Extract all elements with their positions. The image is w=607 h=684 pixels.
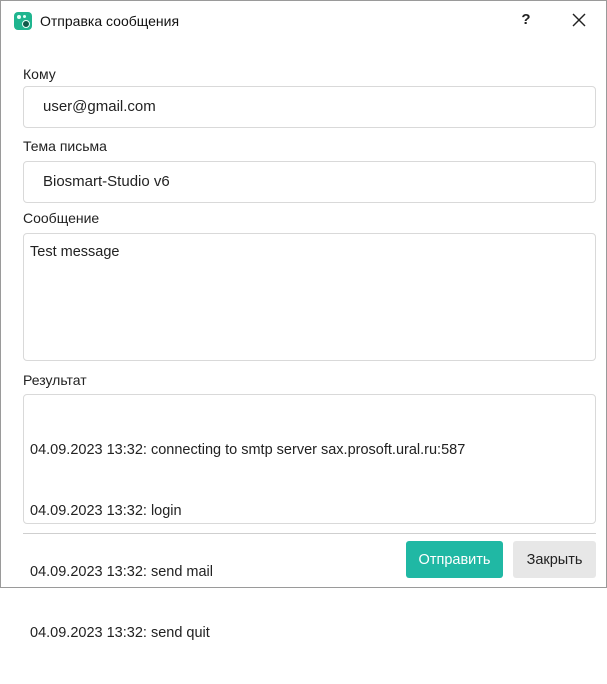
- to-input[interactable]: user@gmail.com: [23, 86, 596, 128]
- close-button[interactable]: Закрыть: [513, 541, 596, 578]
- app-icon: [14, 12, 32, 30]
- send-message-dialog: Отправка сообщения ? Кому user@gmail.com…: [0, 0, 607, 641]
- title-bar: Отправка сообщения ?: [1, 1, 606, 41]
- result-label: Результат: [23, 372, 87, 388]
- help-button[interactable]: ?: [516, 10, 536, 30]
- send-button[interactable]: Отправить: [406, 541, 503, 578]
- subject-input[interactable]: Biosmart-Studio v6: [23, 161, 596, 203]
- log-line: 04.09.2023 13:32: login: [30, 503, 182, 519]
- log-line: 04.09.2023 13:32: send mail: [30, 564, 213, 580]
- subject-label: Тема письма: [23, 138, 107, 154]
- message-label: Сообщение: [23, 210, 100, 226]
- close-icon[interactable]: [568, 9, 590, 31]
- message-textarea[interactable]: Test message: [23, 233, 596, 361]
- window-title: Отправка сообщения: [40, 13, 180, 29]
- log-line: 04.09.2023 13:32: connecting to smtp ser…: [30, 442, 466, 458]
- to-label: Кому: [23, 66, 56, 82]
- result-log[interactable]: 04.09.2023 13:32: connecting to smtp ser…: [23, 394, 596, 641]
- footer-divider: [23, 533, 596, 534]
- log-line: 04.09.2023 13:32: send quit: [30, 625, 210, 641]
